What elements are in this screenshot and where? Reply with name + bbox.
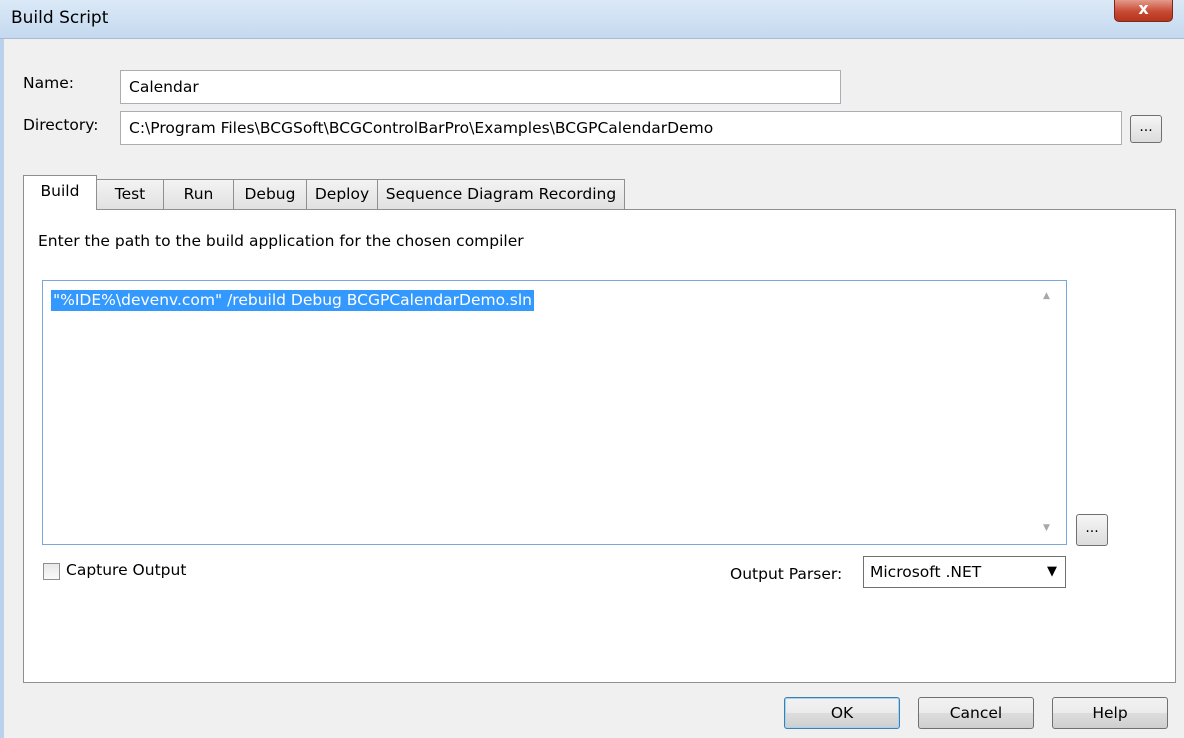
scroll-up-arrow-icon[interactable]: ▲: [1043, 291, 1050, 301]
directory-browse-button[interactable]: ...: [1130, 115, 1162, 143]
build-command-text: "%IDE%\devenv.com" /rebuild Debug BCGPCa…: [51, 290, 534, 311]
capture-output-checkbox[interactable]: [43, 563, 60, 580]
tab-build[interactable]: Build: [23, 175, 97, 210]
name-label: Name:: [23, 74, 74, 92]
capture-output-label: Capture Output: [66, 561, 187, 579]
build-instruction: Enter the path to the build application …: [38, 232, 524, 250]
tab-sequence-diagram-recording[interactable]: Sequence Diagram Recording: [377, 179, 625, 209]
output-parser-label: Output Parser:: [730, 565, 843, 583]
title-bar: Build Script x: [0, 0, 1184, 39]
build-command-textarea[interactable]: "%IDE%\devenv.com" /rebuild Debug BCGPCa…: [42, 280, 1067, 545]
cancel-button[interactable]: Cancel: [918, 697, 1034, 729]
window-title: Build Script: [11, 8, 109, 28]
ok-button[interactable]: OK: [784, 697, 900, 729]
tab-debug[interactable]: Debug: [233, 179, 307, 209]
dropdown-arrow-icon: ▼: [1047, 564, 1057, 579]
tab-deploy[interactable]: Deploy: [306, 179, 378, 209]
tab-run[interactable]: Run: [163, 179, 234, 209]
scroll-down-arrow-icon[interactable]: ▼: [1043, 523, 1050, 533]
close-button[interactable]: x: [1114, 0, 1173, 22]
build-command-browse-button[interactable]: ...: [1076, 514, 1108, 546]
name-field[interactable]: Calendar: [120, 70, 841, 104]
window-frame-edge: [0, 38, 4, 738]
tab-test[interactable]: Test: [96, 179, 164, 209]
directory-label: Directory:: [23, 116, 99, 134]
output-parser-value: Microsoft .NET: [870, 563, 982, 581]
close-icon: x: [1138, 0, 1149, 18]
directory-field[interactable]: C:\Program Files\BCGSoft\BCGControlBarPr…: [120, 111, 1122, 145]
help-button[interactable]: Help: [1052, 697, 1168, 729]
output-parser-select[interactable]: Microsoft .NET ▼: [863, 556, 1066, 588]
